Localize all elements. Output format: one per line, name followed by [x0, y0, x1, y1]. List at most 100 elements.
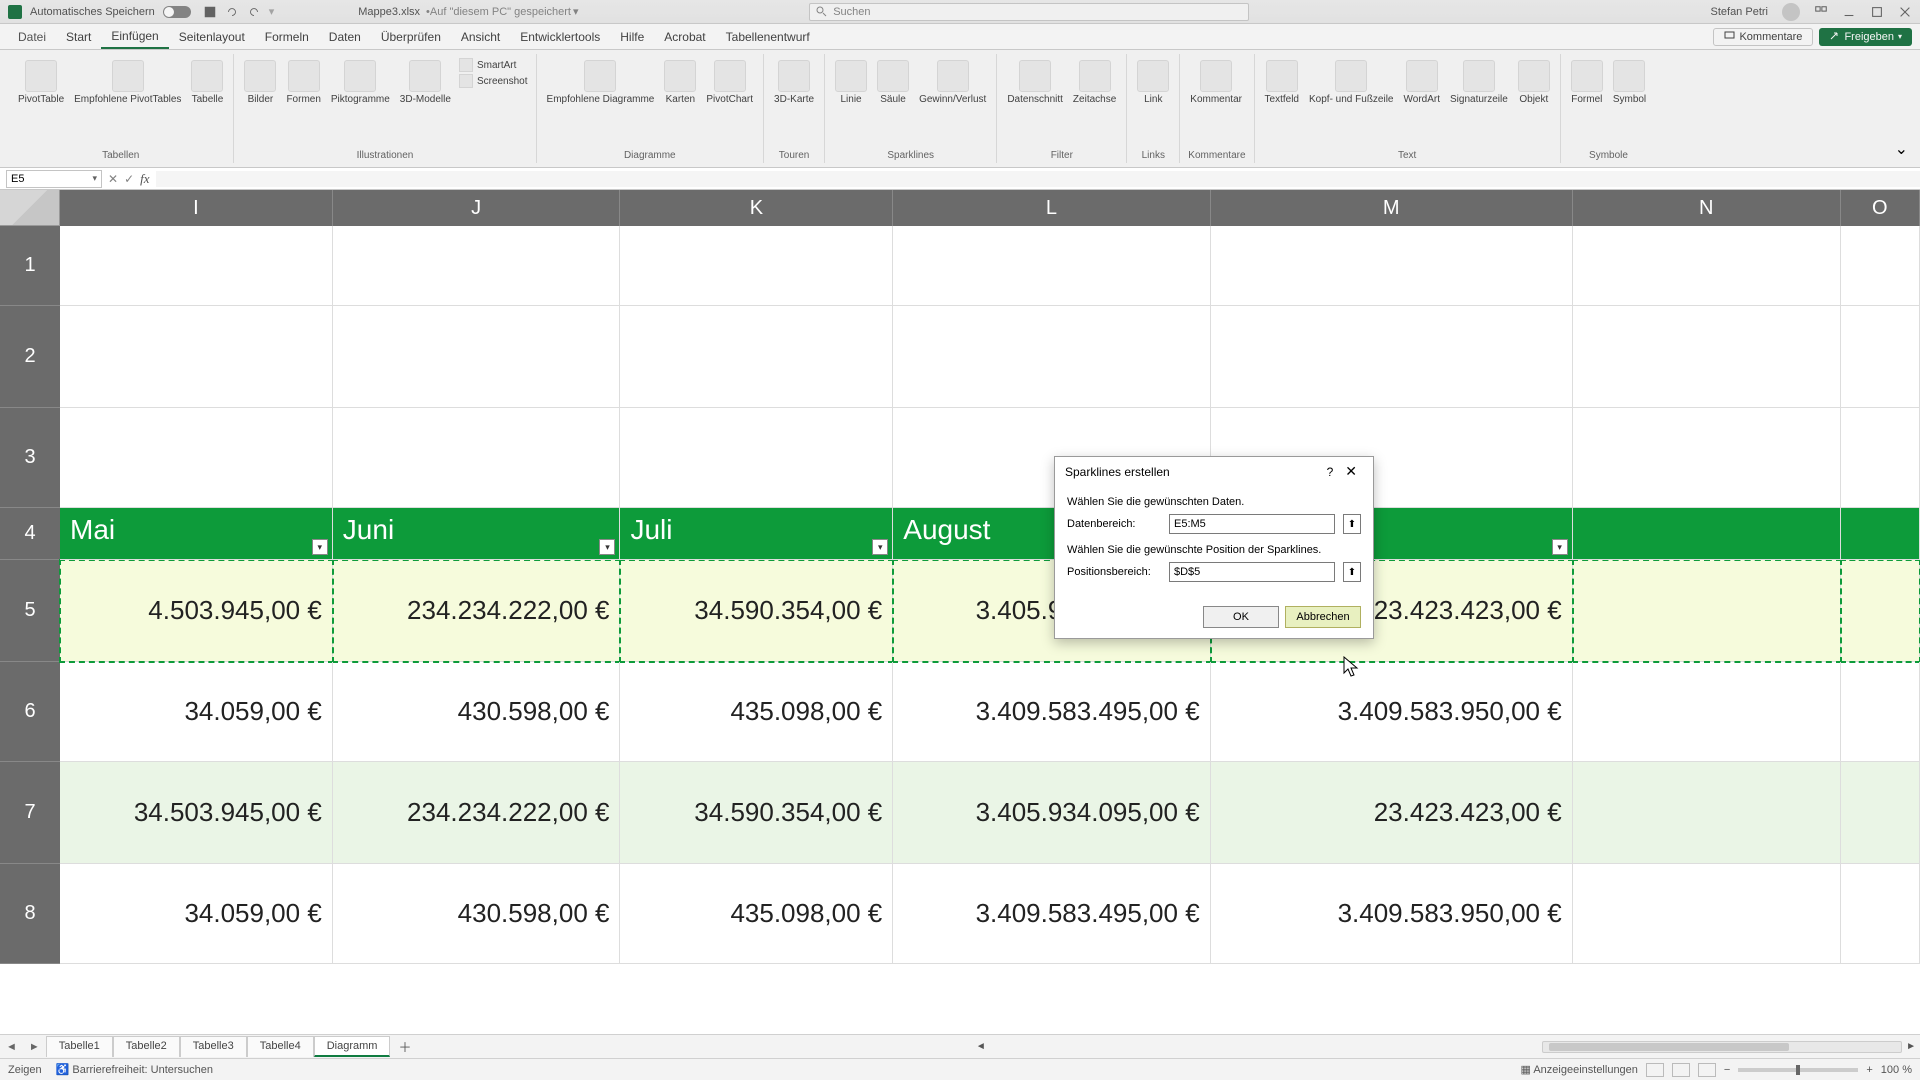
col-header-M[interactable]: M — [1211, 190, 1573, 226]
ribbon-pivottable[interactable]: PivotTable — [16, 58, 66, 107]
cell[interactable] — [1573, 226, 1841, 306]
cell[interactable]: 435.098,00 € — [620, 864, 893, 964]
tab-einfügen[interactable]: Einfügen — [101, 24, 168, 49]
data-range-input[interactable] — [1169, 514, 1335, 534]
row-header-6[interactable]: 6 — [0, 662, 60, 762]
cell[interactable] — [1573, 408, 1841, 508]
tab-start[interactable]: Start — [56, 24, 101, 49]
cell[interactable] — [333, 226, 621, 306]
cell[interactable] — [1841, 226, 1920, 306]
cell[interactable] — [333, 408, 621, 508]
filter-icon[interactable]: ▾ — [872, 539, 888, 555]
cell[interactable] — [1573, 864, 1841, 964]
view-layout-icon[interactable] — [1672, 1063, 1690, 1077]
close-icon[interactable] — [1898, 5, 1912, 19]
data-range-picker-icon[interactable]: ⬆ — [1343, 514, 1361, 534]
sheet-tab-tabelle3[interactable]: Tabelle3 — [180, 1036, 247, 1057]
ribbon-screenshot[interactable]: Screenshot — [459, 74, 528, 88]
tab-überprüfen[interactable]: Überprüfen — [371, 24, 451, 49]
position-range-picker-icon[interactable]: ⬆ — [1343, 562, 1361, 582]
cell[interactable] — [1573, 306, 1841, 408]
cell[interactable] — [1841, 662, 1920, 762]
cell[interactable] — [620, 226, 893, 306]
formula-input[interactable] — [156, 171, 1920, 187]
sheet-nav-next-icon[interactable]: ► — [23, 1041, 46, 1053]
zoom-in-icon[interactable]: + — [1866, 1064, 1872, 1076]
add-sheet-button[interactable]: ＋ — [390, 1037, 419, 1056]
tab-tabellenentwurf[interactable]: Tabellenentwurf — [716, 24, 820, 49]
ok-button[interactable]: OK — [1203, 606, 1279, 628]
filter-icon[interactable]: ▾ — [312, 539, 328, 555]
tab-file[interactable]: Datei — [8, 24, 56, 49]
cell[interactable]: Juni▾ — [333, 508, 621, 560]
undo-icon[interactable] — [225, 5, 239, 19]
sheet-tab-tabelle1[interactable]: Tabelle1 — [46, 1036, 113, 1057]
dialog-close-icon[interactable]: ✕ — [1339, 463, 1363, 480]
row-header-3[interactable]: 3 — [0, 408, 60, 508]
view-pagebreak-icon[interactable] — [1698, 1063, 1716, 1077]
ribbon-s-ule[interactable]: Säule — [875, 58, 911, 107]
cell[interactable]: 34.503.945,00 € — [60, 762, 333, 864]
dialog-help-icon[interactable]: ? — [1321, 465, 1340, 479]
ribbon-kopf-und-fu-zeile[interactable]: Kopf- und Fußzeile — [1307, 58, 1396, 107]
cell[interactable]: 34.590.354,00 € — [620, 560, 893, 662]
col-header-K[interactable]: K — [620, 190, 893, 226]
tab-acrobat[interactable]: Acrobat — [654, 24, 715, 49]
ribbon-symbol[interactable]: Symbol — [1611, 58, 1648, 107]
cell[interactable] — [1841, 508, 1920, 560]
cell[interactable] — [1573, 508, 1841, 560]
cell[interactable]: 435.098,00 € — [620, 662, 893, 762]
collapse-ribbon-icon[interactable]: ⌄ — [1891, 135, 1912, 163]
ribbon-kommentar[interactable]: Kommentar — [1188, 58, 1244, 107]
search-box[interactable]: Suchen — [809, 3, 1249, 21]
cell[interactable]: 3.405.934.095,00 € — [893, 762, 1210, 864]
cell[interactable]: Mai▾ — [60, 508, 333, 560]
row-header-2[interactable]: 2 — [0, 306, 60, 408]
tab-hilfe[interactable]: Hilfe — [610, 24, 654, 49]
ribbon-datenschnitt[interactable]: Datenschnitt — [1005, 58, 1065, 107]
cell[interactable]: 34.059,00 € — [60, 662, 333, 762]
row-header-4[interactable]: 4 — [0, 508, 60, 560]
cell[interactable]: Juli▾ — [620, 508, 893, 560]
ribbon-zeitachse[interactable]: Zeitachse — [1071, 58, 1118, 107]
hscrollbar[interactable] — [1542, 1041, 1902, 1053]
col-header-N[interactable]: N — [1573, 190, 1841, 226]
ribbon-wordart[interactable]: WordArt — [1402, 58, 1443, 107]
cell[interactable]: 34.059,00 € — [60, 864, 333, 964]
cell[interactable] — [60, 408, 333, 508]
cell[interactable]: 3.409.583.495,00 € — [893, 662, 1210, 762]
name-box[interactable]: E5 ▾ — [6, 170, 102, 188]
hscroll-left-icon[interactable]: ◄ — [972, 1041, 990, 1052]
cell[interactable] — [1841, 762, 1920, 864]
ribbon-empfohlene-diagramme[interactable]: Empfohlene Diagramme — [545, 58, 657, 107]
cell[interactable] — [60, 306, 333, 408]
cell[interactable] — [893, 226, 1210, 306]
cell[interactable] — [333, 306, 621, 408]
flag-icon[interactable] — [1814, 5, 1828, 19]
tab-formeln[interactable]: Formeln — [255, 24, 319, 49]
ribbon-objekt[interactable]: Objekt — [1516, 58, 1552, 107]
save-icon[interactable] — [203, 5, 217, 19]
accept-formula-icon[interactable]: ✓ — [124, 172, 134, 186]
cell[interactable]: 234.234.222,00 € — [333, 560, 621, 662]
ribbon-gewinn-verlust[interactable]: Gewinn/Verlust — [917, 58, 988, 107]
filter-icon[interactable]: ▾ — [599, 539, 615, 555]
ribbon-link[interactable]: Link — [1135, 58, 1171, 107]
cell[interactable]: 430.598,00 € — [333, 662, 621, 762]
cell[interactable]: 430.598,00 € — [333, 864, 621, 964]
cancel-button[interactable]: Abbrechen — [1285, 606, 1361, 628]
autosave-toggle[interactable] — [163, 6, 191, 18]
tab-seitenlayout[interactable]: Seitenlayout — [169, 24, 255, 49]
cancel-formula-icon[interactable]: ✕ — [108, 172, 118, 186]
cell[interactable] — [1841, 560, 1920, 662]
cell[interactable] — [1211, 226, 1573, 306]
select-all-corner[interactable] — [0, 190, 60, 226]
row-header-7[interactable]: 7 — [0, 762, 60, 864]
tab-entwicklertools[interactable]: Entwicklertools — [510, 24, 610, 49]
sheet-tab-diagramm[interactable]: Diagramm — [314, 1036, 391, 1057]
fx-icon[interactable]: fx — [140, 171, 149, 187]
ribbon--d-karte[interactable]: 3D-Karte — [772, 58, 816, 107]
ribbon--d-modelle[interactable]: 3D-Modelle — [398, 58, 453, 107]
tab-ansicht[interactable]: Ansicht — [451, 24, 510, 49]
cell[interactable]: 3.409.583.950,00 € — [1211, 662, 1573, 762]
